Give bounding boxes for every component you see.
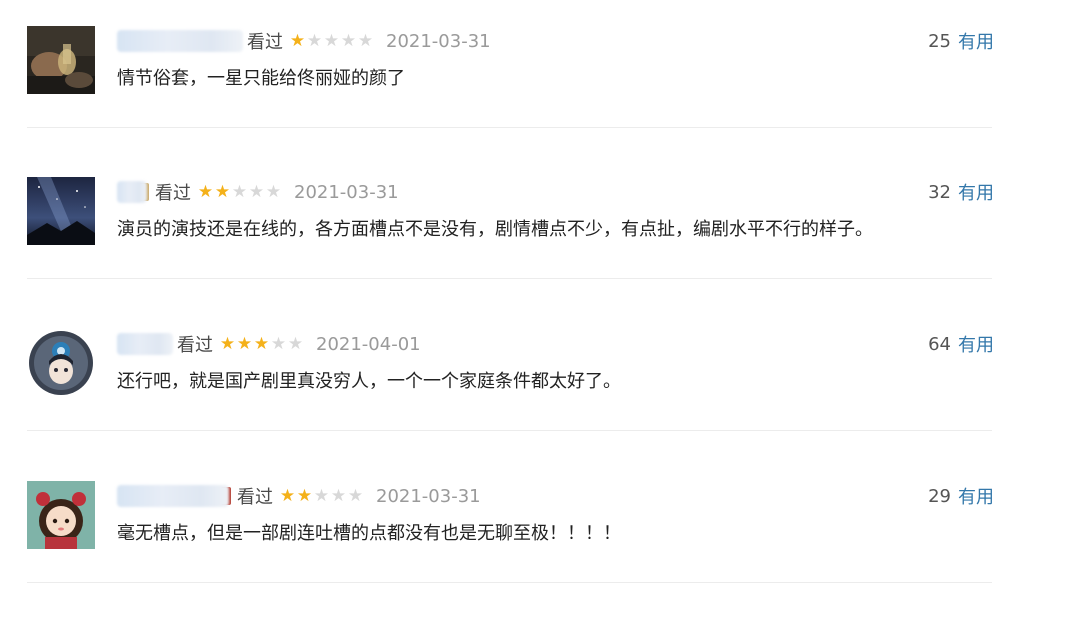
divider (27, 127, 992, 128)
star-rating: ★ ★ ★ ★ ★ (219, 333, 304, 354)
star-empty-icon: ★ (330, 485, 347, 506)
user-avatar[interactable] (27, 329, 95, 397)
divider (27, 278, 992, 279)
star-empty-icon: ★ (231, 181, 248, 202)
divider (27, 582, 992, 583)
star-empty-icon: ★ (340, 30, 357, 51)
review-date: 2021-03-31 (294, 181, 399, 203)
review-date: 2021-03-31 (376, 485, 481, 507)
review-date: 2021-04-01 (316, 333, 421, 355)
watch-status: 看过 (177, 335, 213, 356)
watch-status: 看过 (155, 183, 191, 204)
star-filled-icon: ★ (279, 485, 296, 506)
user-name-blurred[interactable] (117, 181, 147, 203)
anime-girl-avatar-icon (27, 329, 95, 397)
user-avatar[interactable] (27, 26, 95, 94)
vote-count: 25 (928, 30, 951, 52)
review-date: 2021-03-31 (386, 30, 491, 52)
star-empty-icon: ★ (323, 30, 340, 51)
cartoon-girl-avatar-icon (27, 481, 95, 549)
star-filled-icon: ★ (296, 485, 313, 506)
review-list: 看过 ★ ★ ★ ★ ★ 2021-03-31 25 有用 情节俗套，一星只能给佟丽娅的… (0, 0, 1080, 588)
star-empty-icon: ★ (265, 181, 282, 202)
useful-button[interactable]: 有用 (958, 331, 994, 357)
user-name-blurred[interactable] (117, 485, 229, 507)
useful-button[interactable]: 有用 (958, 28, 994, 54)
star-empty-icon: ★ (270, 333, 287, 354)
star-empty-icon: ★ (306, 30, 323, 51)
review-item: 看过 ★ ★ ★ ★ ★ 2021-03-31 29 有用 毫无槽点，但是一部剧连吐槽的… (0, 481, 1080, 633)
useful-button[interactable]: 有用 (958, 483, 994, 509)
vote-area: 64 有用 (928, 331, 994, 357)
user-name-blurred[interactable] (117, 333, 173, 355)
starry-sky-avatar-icon (27, 177, 95, 245)
star-empty-icon: ★ (357, 30, 374, 51)
star-filled-icon: ★ (214, 181, 231, 202)
vote-count: 29 (928, 485, 951, 507)
star-rating: ★ ★ ★ ★ ★ (197, 181, 282, 202)
useful-button[interactable]: 有用 (958, 179, 994, 205)
star-empty-icon: ★ (287, 333, 304, 354)
user-photo-icon (27, 26, 95, 94)
review-comment: 情节俗套，一星只能给佟丽娅的颜了 (117, 68, 405, 89)
user-avatar[interactable] (27, 481, 95, 549)
vote-area: 29 有用 (928, 483, 994, 509)
star-filled-icon: ★ (219, 333, 236, 354)
user-name-blurred[interactable] (117, 30, 243, 52)
vote-count: 32 (928, 181, 951, 203)
review-meta: 看过 ★ ★ ★ ★ ★ 2021-03-31 (117, 483, 481, 509)
star-empty-icon: ★ (248, 181, 265, 202)
star-rating: ★ ★ ★ ★ ★ (289, 30, 374, 51)
user-avatar[interactable] (27, 177, 95, 245)
star-filled-icon: ★ (236, 333, 253, 354)
star-empty-icon: ★ (347, 485, 364, 506)
watch-status: 看过 (247, 32, 283, 53)
vote-count: 64 (928, 333, 951, 355)
vote-area: 25 有用 (928, 28, 994, 54)
star-empty-icon: ★ (313, 485, 330, 506)
review-item: 看过 ★ ★ ★ ★ ★ 2021-04-01 64 有用 还行吧，就是国产剧里真没穷人… (0, 329, 1080, 481)
watch-status: 看过 (237, 487, 273, 508)
divider (27, 430, 992, 431)
star-filled-icon: ★ (289, 30, 306, 51)
review-item: 看过 ★ ★ ★ ★ ★ 2021-03-31 32 有用 演员的演技还是在线的，各方面… (0, 177, 1080, 329)
review-comment: 还行吧，就是国产剧里真没穷人，一个一个家庭条件都太好了。 (117, 371, 621, 392)
star-rating: ★ ★ ★ ★ ★ (279, 485, 364, 506)
review-item: 看过 ★ ★ ★ ★ ★ 2021-03-31 25 有用 情节俗套，一星只能给佟丽娅的… (0, 26, 1080, 178)
review-meta: 看过 ★ ★ ★ ★ ★ 2021-03-31 (117, 28, 491, 54)
star-filled-icon: ★ (197, 181, 214, 202)
star-filled-icon: ★ (253, 333, 270, 354)
review-comment: 演员的演技还是在线的，各方面槽点不是没有，剧情槽点不少，有点扯，编剧水平不行的样… (117, 219, 873, 240)
review-meta: 看过 ★ ★ ★ ★ ★ 2021-04-01 (117, 331, 421, 357)
vote-area: 32 有用 (928, 179, 994, 205)
review-meta: 看过 ★ ★ ★ ★ ★ 2021-03-31 (117, 179, 399, 205)
review-comment: 毫无槽点，但是一部剧连吐槽的点都没有也是无聊至极！！！！ (117, 523, 621, 544)
